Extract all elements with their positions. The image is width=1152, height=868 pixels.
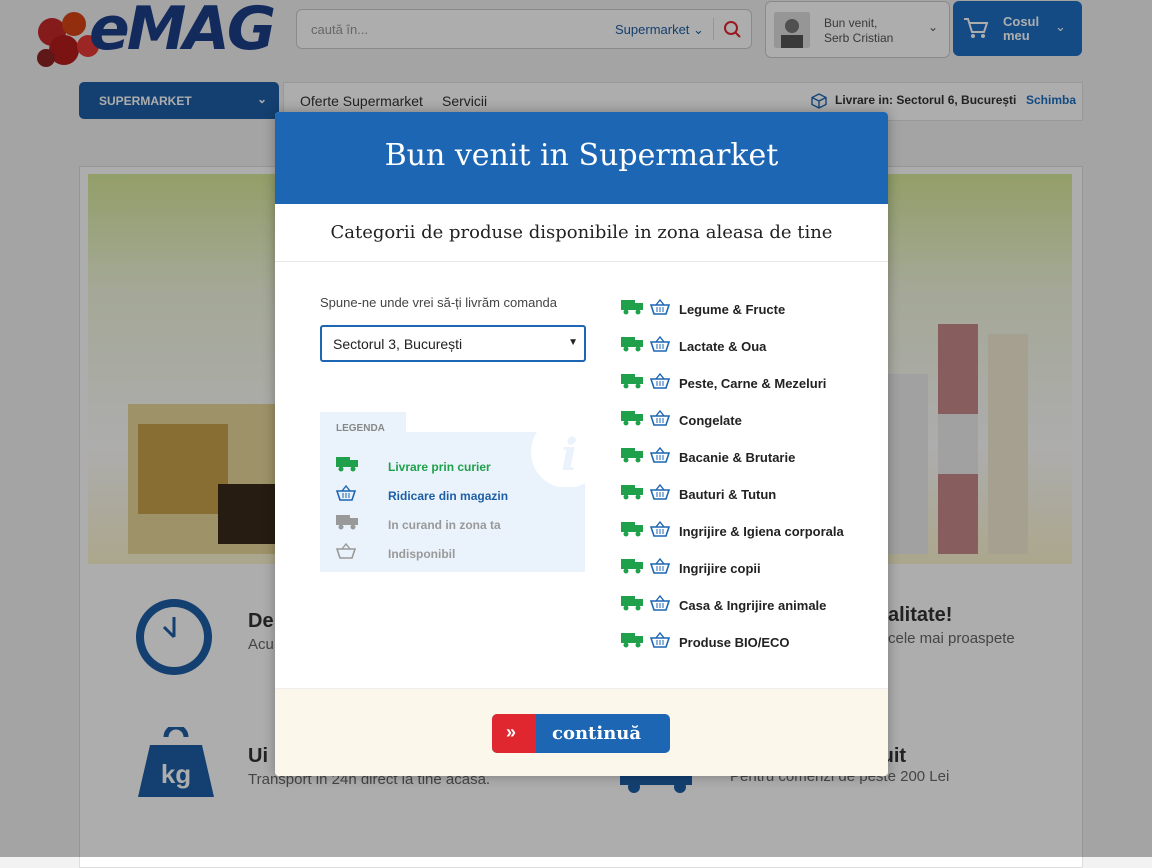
modal-title: Bun venit in Supermarket xyxy=(384,138,779,173)
truck-green-icon xyxy=(621,300,643,315)
basket-blue-icon xyxy=(650,521,670,537)
basket-gray-icon xyxy=(335,542,357,559)
legend-label-pickup: Ridicare din magazin xyxy=(388,489,509,503)
truck-green-icon xyxy=(621,485,643,500)
truck-gray-icon xyxy=(336,515,358,530)
legend-item-courier: Livrare prin curier xyxy=(336,456,576,478)
category-label: Peste, Carne & Mezeluri xyxy=(679,376,827,391)
location-select[interactable]: Sectorul 3, București ▼ xyxy=(320,325,586,362)
category-item: Bacanie & Brutarie xyxy=(621,447,881,469)
category-item: Congelate xyxy=(621,410,881,432)
continue-label: continuă xyxy=(552,723,642,744)
truck-green-icon xyxy=(621,411,643,426)
category-item: Casa & Ingrijire animale xyxy=(621,595,881,617)
basket-blue-icon xyxy=(650,447,670,463)
legend-label-unavailable: Indisponibil xyxy=(388,547,456,561)
category-label: Casa & Ingrijire animale xyxy=(679,598,827,613)
dropdown-arrow-icon: ▼ xyxy=(568,337,578,348)
category-label: Bauturi & Tutun xyxy=(679,487,777,502)
truck-green-icon xyxy=(621,596,643,611)
category-item: Lactate & Oua xyxy=(621,336,881,358)
location-prompt: Spune-ne unde vrei să-ți livrăm comanda xyxy=(320,295,558,310)
truck-green-icon xyxy=(621,559,643,574)
category-label: Ingrijire & Igiena corporala xyxy=(679,524,844,539)
category-item: Ingrijire & Igiena corporala xyxy=(621,521,881,543)
truck-green-icon xyxy=(621,448,643,463)
modal-footer: » continuă xyxy=(275,688,888,776)
legend-label-coming-soon: In curand in zona ta xyxy=(388,518,501,532)
category-label: Produse BIO/ECO xyxy=(679,635,790,650)
basket-blue-icon xyxy=(335,484,357,501)
legend-item-pickup: Ridicare din magazin xyxy=(335,484,576,507)
legend-box: LEGENDA i Livrare prin curier Ridicare d… xyxy=(320,412,585,572)
basket-blue-icon xyxy=(650,595,670,611)
category-item: Produse BIO/ECO xyxy=(621,632,881,654)
category-label: Legume & Fructe xyxy=(679,302,786,317)
basket-blue-icon xyxy=(650,410,670,426)
category-item: Peste, Carne & Mezeluri xyxy=(621,373,881,395)
basket-blue-icon xyxy=(650,336,670,352)
category-item: Ingrijire copii xyxy=(621,558,881,580)
truck-green-icon xyxy=(621,337,643,352)
continue-accent: » xyxy=(492,714,536,753)
category-item: Legume & Fructe xyxy=(621,299,881,321)
truck-green-icon xyxy=(336,457,358,472)
selected-location: Sectorul 3, București xyxy=(333,336,463,352)
truck-green-icon xyxy=(621,633,643,648)
modal-header: Bun venit in Supermarket xyxy=(275,112,888,204)
double-chevron-right-icon: » xyxy=(506,722,517,742)
welcome-modal: Bun venit in Supermarket Categorii de pr… xyxy=(275,112,888,776)
basket-blue-icon xyxy=(650,558,670,574)
legend-item-coming-soon: In curand in zona ta xyxy=(336,514,576,536)
category-label: Ingrijire copii xyxy=(679,561,761,576)
category-label: Bacanie & Brutarie xyxy=(679,450,796,465)
truck-green-icon xyxy=(621,374,643,389)
basket-blue-icon xyxy=(650,632,670,648)
legend-title: LEGENDA xyxy=(336,423,385,434)
truck-green-icon xyxy=(621,522,643,537)
basket-blue-icon xyxy=(650,484,670,500)
legend-item-unavailable: Indisponibil xyxy=(335,542,576,565)
basket-blue-icon xyxy=(650,373,670,389)
legend-label-courier: Livrare prin curier xyxy=(388,460,491,474)
category-label: Congelate xyxy=(679,413,742,428)
category-item: Bauturi & Tutun xyxy=(621,484,881,506)
basket-blue-icon xyxy=(650,299,670,315)
modal-subtitle: Categorii de produse disponibile in zona… xyxy=(275,204,888,262)
continue-button[interactable]: » continuă xyxy=(492,714,670,753)
category-label: Lactate & Oua xyxy=(679,339,767,354)
